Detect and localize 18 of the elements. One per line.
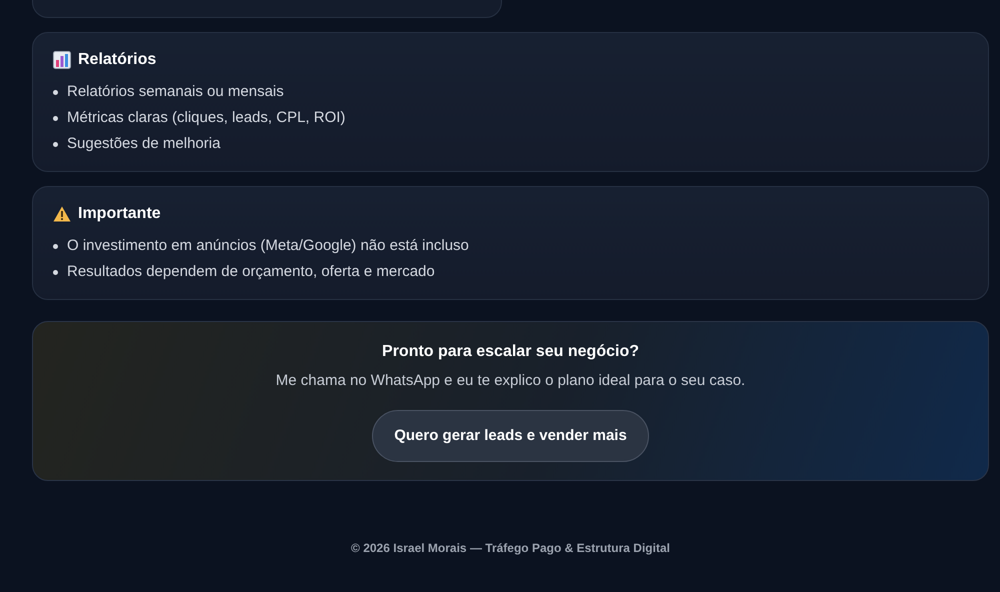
bar-chart-icon (53, 50, 71, 69)
list-item: Resultados dependem de orçamento, oferta e mercado (67, 262, 435, 282)
bullet-icon (53, 142, 58, 147)
section-title: Importante (78, 204, 161, 224)
cta-text: Me chama no WhatsApp e eu te explico o plano ideal para o seu caso. (274, 371, 746, 392)
bullet-icon (53, 116, 58, 121)
bullet-icon (53, 244, 58, 249)
warning-icon (53, 206, 71, 222)
cta-title: Pronto para escalar seu negócio? (381, 342, 640, 362)
list-item: Sugestões de melhoria (67, 134, 220, 154)
whatsapp-button[interactable]: Quero gerar leads e vender mais (372, 410, 649, 462)
bullet-icon (53, 270, 58, 275)
list-item: O investimento em anúncios (Meta/Google) não está incluso (67, 236, 469, 256)
footer-text: © 2026 Israel Morais — Tráfego Pago & Estrutura Digital (350, 540, 671, 558)
list-item: Relatórios semanais ou mensais (67, 82, 284, 102)
bullet-icon (53, 90, 58, 95)
list-item: Métricas claras (cliques, leads, CPL, ROI) (67, 108, 346, 128)
section-title: Relatórios (78, 50, 156, 70)
